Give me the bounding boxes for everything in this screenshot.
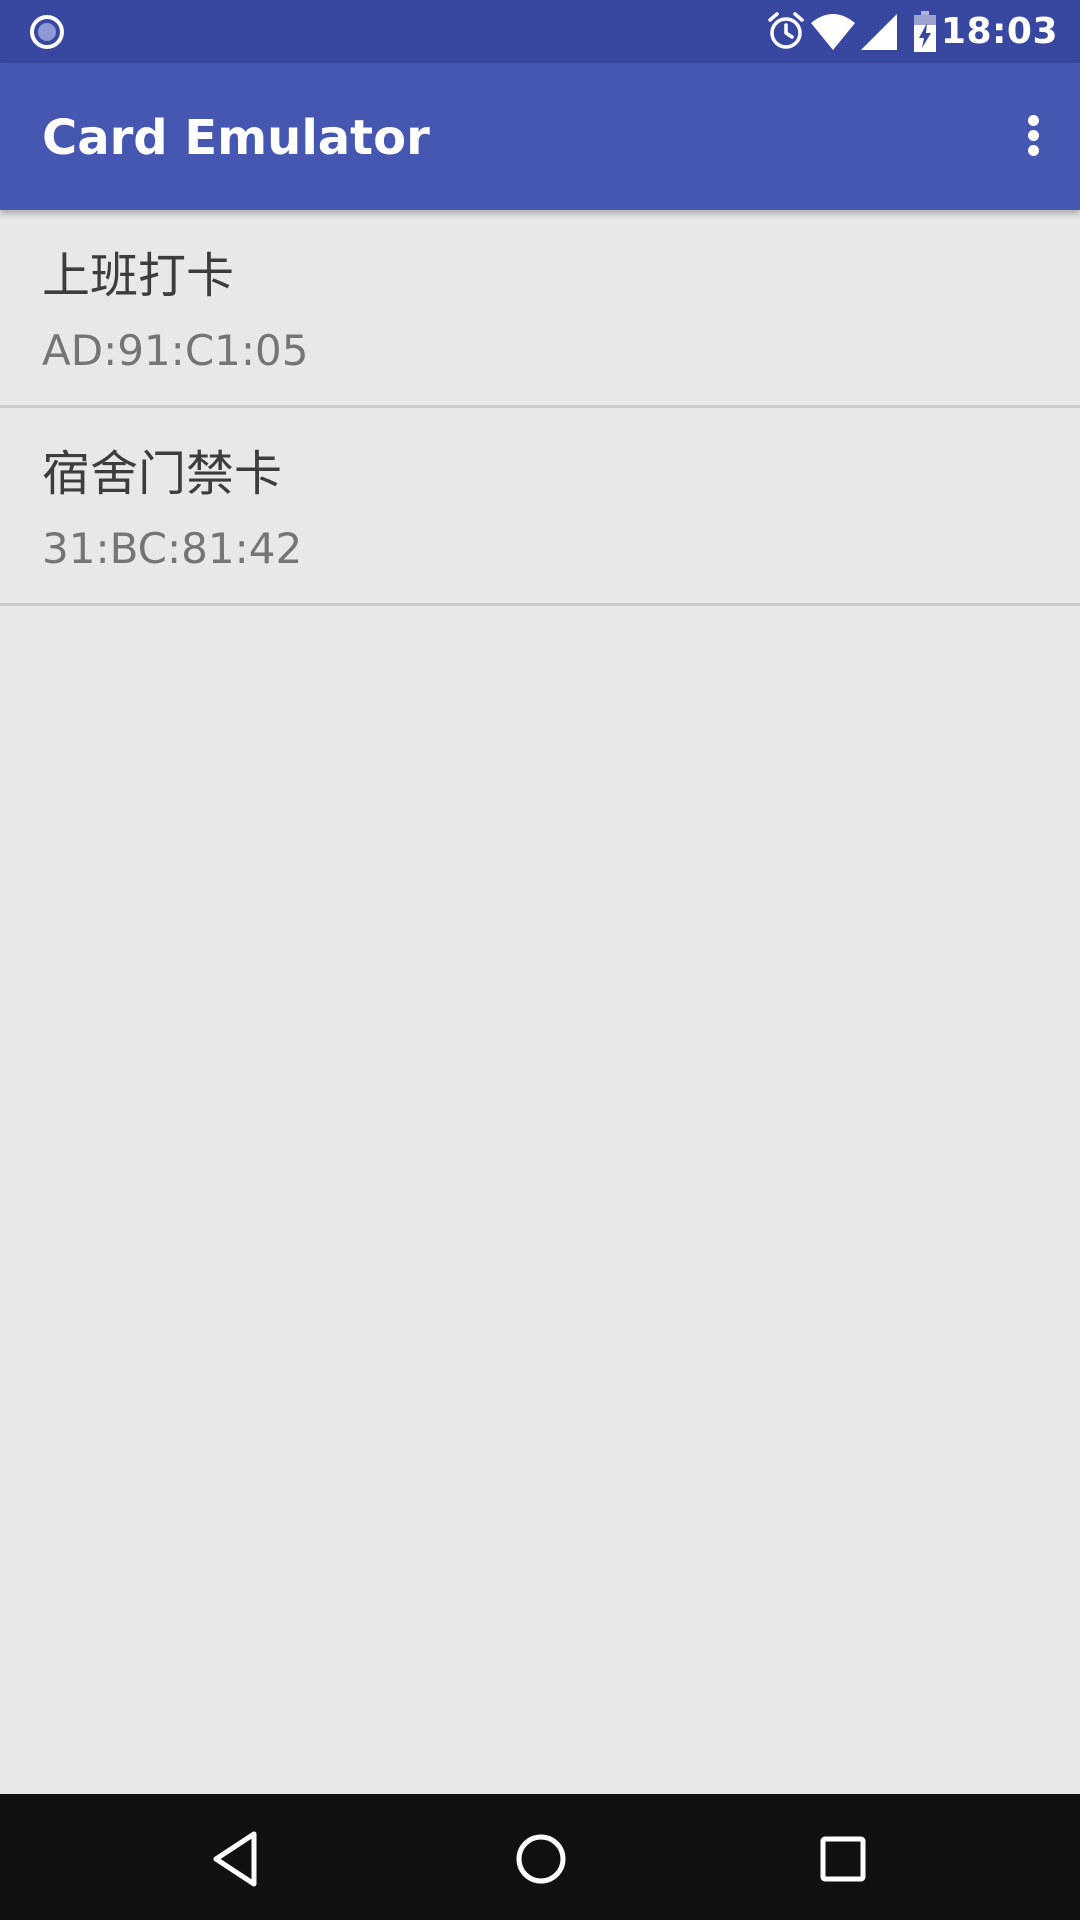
more-vert-icon-dot bbox=[1028, 145, 1039, 156]
battery-charging-icon bbox=[914, 11, 936, 52]
card-name: 宿舍门禁卡 bbox=[42, 446, 283, 502]
card-id: 31:BC:81:42 bbox=[42, 524, 303, 573]
more-vert-icon bbox=[1028, 115, 1039, 126]
more-vert-icon-dot bbox=[1028, 130, 1039, 141]
more-options-button[interactable] bbox=[984, 86, 1080, 186]
alarm-icon bbox=[768, 12, 804, 49]
recents-icon[interactable] bbox=[798, 1814, 888, 1904]
card-list: 上班打卡 AD:91:C1:05 宿舍门禁卡 31:BC:81:42 bbox=[0, 210, 1080, 606]
home-icon[interactable] bbox=[496, 1814, 586, 1904]
app-bar: Card Emulator bbox=[0, 63, 1080, 210]
card-list-item[interactable]: 上班打卡 AD:91:C1:05 bbox=[0, 210, 1080, 408]
app-title: Card Emulator bbox=[42, 110, 430, 166]
card-id: AD:91:C1:05 bbox=[42, 326, 309, 375]
card-list-item[interactable]: 宿舍门禁卡 31:BC:81:42 bbox=[0, 408, 1080, 606]
status-time: 18:03 bbox=[940, 11, 1058, 52]
card-name: 上班打卡 bbox=[42, 248, 235, 304]
wifi-icon bbox=[811, 14, 855, 50]
back-icon[interactable] bbox=[192, 1814, 282, 1904]
signal-icon bbox=[861, 14, 897, 50]
status-bar: 18:03 bbox=[0, 0, 1080, 63]
notification-circle-icon bbox=[30, 15, 64, 49]
navigation-bar bbox=[0, 1794, 1080, 1920]
